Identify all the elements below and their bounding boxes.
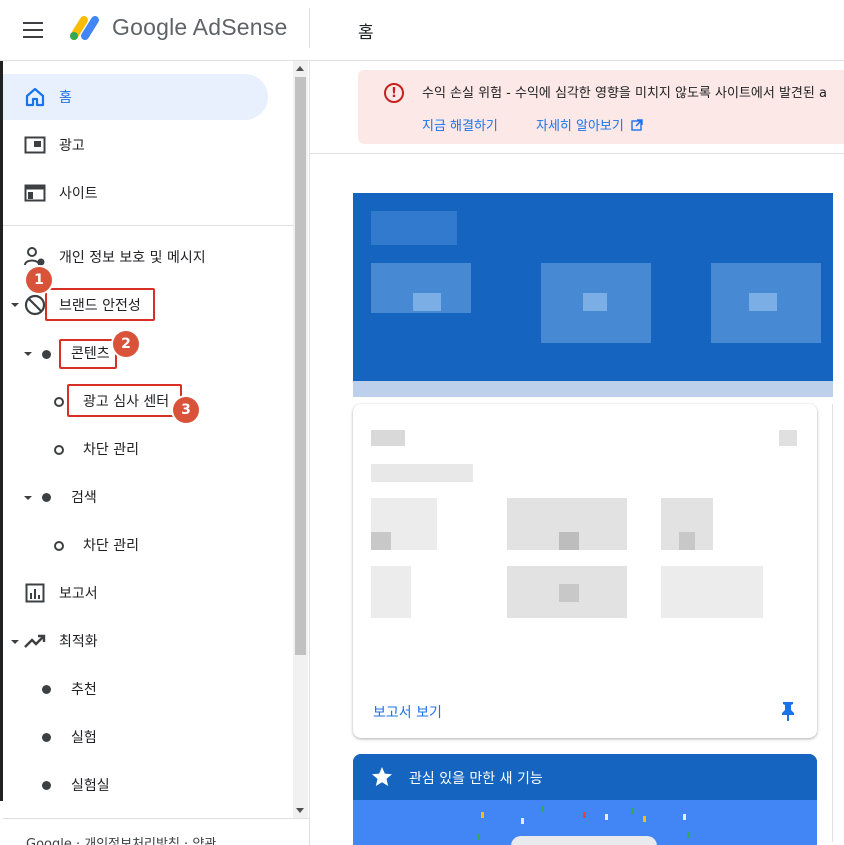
home-icon — [23, 85, 47, 109]
sidebar-scrollbar-thumb[interactable] — [295, 77, 306, 655]
sidebar-item-labs[interactable]: 실험실 — [3, 762, 268, 808]
sidebar-item-label: 추천 — [71, 682, 97, 698]
new-features-card: 관심 있을 만한 새 기능 — [353, 754, 817, 845]
sidebar-item-label: 검색 — [71, 490, 97, 506]
alert-message: 수익 손실 위험 - 수익에 심각한 영향을 미치지 않도록 사이트에서 발견된… — [422, 86, 827, 101]
ads-icon — [23, 133, 47, 157]
learn-more-label: 자세히 알아보기 — [536, 119, 624, 134]
sidebar-item-sites[interactable]: 사이트 — [3, 170, 268, 216]
highlight-box-brand-safety — [45, 288, 155, 321]
sidebar-item-blocking-controls-search[interactable]: 차단 관리 — [3, 522, 268, 568]
step-badge-2: 2 — [113, 331, 139, 357]
side-card-edge — [832, 404, 844, 842]
top-app-bar: Google AdSense 홈 — [0, 0, 844, 61]
error-icon: ! — [384, 83, 404, 103]
sidebar-item-label: 사이트 — [59, 186, 98, 202]
sidebar-footer-divider — [3, 818, 310, 819]
header-divider — [309, 8, 310, 48]
sidebar-item-label: 최적화 — [59, 634, 98, 650]
trending-up-icon — [23, 629, 47, 653]
feature-card-title: 관심 있을 만한 새 기능 — [409, 771, 543, 787]
fix-now-link[interactable]: 지금 해결하기 — [422, 115, 498, 134]
block-icon — [23, 293, 47, 317]
sidebar-item-recommendations[interactable]: 추천 — [3, 666, 268, 712]
scroll-up-arrow-icon[interactable] — [296, 66, 304, 71]
sidebar-item-label: 실험 — [71, 730, 97, 746]
sidebar-divider — [3, 225, 295, 226]
step-badge-1: 1 — [26, 267, 52, 293]
page-title: 홈 — [358, 23, 374, 43]
performance-card: 보고서 보기 — [353, 404, 817, 738]
pin-icon[interactable] — [779, 700, 797, 722]
sidebar-item-optimization[interactable]: 최적화 — [3, 618, 268, 664]
sidebar-item-blocking-controls-content[interactable]: 차단 관리 — [3, 426, 268, 472]
menu-icon[interactable] — [23, 20, 49, 40]
earnings-card-strip — [353, 381, 833, 397]
learn-more-link[interactable]: 자세히 알아보기 — [536, 115, 643, 134]
adsense-logo-icon — [70, 16, 99, 40]
sites-icon — [23, 181, 47, 205]
sidebar-footer-links[interactable]: Google · 개인정보처리방침 · 약관 — [26, 833, 216, 845]
sidebar-item-home[interactable]: 홈 — [3, 74, 268, 120]
sidebar-item-label: 차단 관리 — [83, 442, 139, 458]
sidebar-item-label: 광고 — [59, 138, 85, 154]
sidebar-item-label: 실험실 — [71, 778, 110, 794]
highlight-box-ad-review-center — [67, 384, 182, 417]
privacy-messaging-icon — [23, 245, 47, 269]
scroll-down-arrow-icon[interactable] — [296, 808, 304, 813]
revenue-risk-alert: ! 수익 손실 위험 - 수익에 심각한 영향을 미치지 않도록 사이트에서 발… — [358, 70, 844, 144]
sidebar-item-label: 홈 — [59, 90, 72, 106]
star-icon — [372, 767, 392, 786]
sidebar-item-reports[interactable]: 보고서 — [3, 570, 268, 616]
highlight-box-content — [59, 339, 117, 369]
brand-name: Google AdSense — [112, 14, 288, 40]
sidebar-item-ads[interactable]: 광고 — [3, 122, 268, 168]
open-in-new-icon — [631, 119, 643, 131]
feature-illustration-pill — [511, 836, 657, 845]
sidebar-item-label: 보고서 — [59, 586, 98, 602]
sidebar-item-label: 개인 정보 보호 및 메시지 — [59, 250, 206, 266]
reports-icon — [23, 581, 47, 605]
earnings-card-blurred — [353, 193, 833, 385]
main-divider — [310, 153, 844, 154]
sidebar-item-experiments[interactable]: 실험 — [3, 714, 268, 760]
sidebar-item-search[interactable]: 검색 — [3, 474, 268, 520]
sidebar-item-label: 차단 관리 — [83, 538, 139, 554]
view-reports-link[interactable]: 보고서 보기 — [373, 702, 442, 722]
step-badge-3: 3 — [173, 397, 199, 423]
